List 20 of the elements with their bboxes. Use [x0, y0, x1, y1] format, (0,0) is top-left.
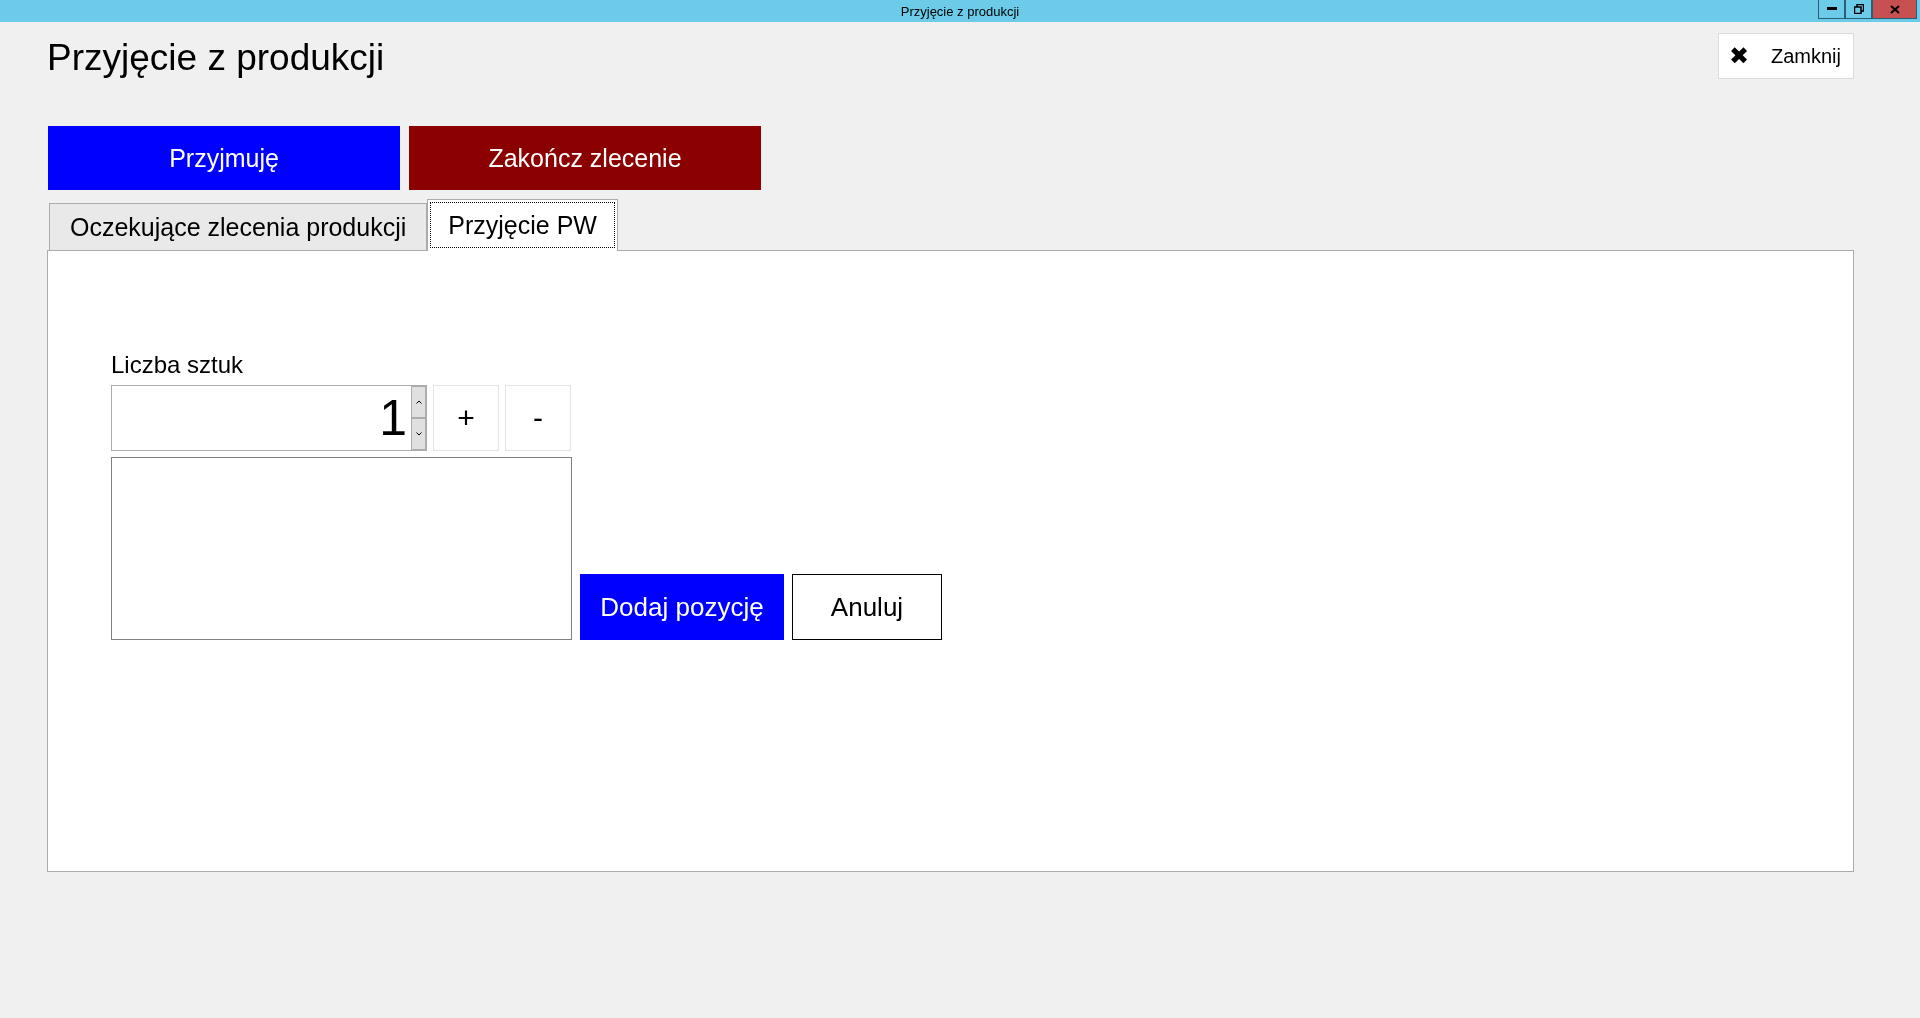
close-icon — [1889, 4, 1900, 14]
window-title: Przyjęcie z produkcji — [900, 3, 1020, 19]
page-title: Przyjęcie z produkcji — [47, 37, 385, 79]
field-label: Liczba sztuk — [111, 351, 245, 379]
action-button[interactable]: Zakończ zlecenie — [409, 126, 761, 190]
minimize-icon — [1826, 7, 1837, 11]
close-button[interactable] — [1872, 0, 1917, 19]
restore-button[interactable] — [1845, 0, 1872, 19]
increment-button[interactable]: + — [433, 385, 499, 451]
tab[interactable]: Oczekujące zlecenia produkcji — [49, 203, 428, 250]
button-label: Zamknij — [1771, 44, 1841, 68]
minimize-button[interactable] — [1818, 0, 1845, 19]
decrement-button[interactable]: - — [505, 385, 571, 451]
form-button[interactable]: Dodaj pozycję — [580, 574, 784, 640]
close-icon: ✖ — [1729, 42, 1749, 70]
restore-icon — [1853, 4, 1864, 14]
close-form-button[interactable]: ✖ Zamknij — [1718, 33, 1854, 79]
form-button[interactable]: Anuluj — [792, 574, 942, 640]
action-button[interactable]: Przyjmuję — [48, 126, 400, 190]
tab[interactable]: Przyjęcie PW — [427, 199, 618, 251]
